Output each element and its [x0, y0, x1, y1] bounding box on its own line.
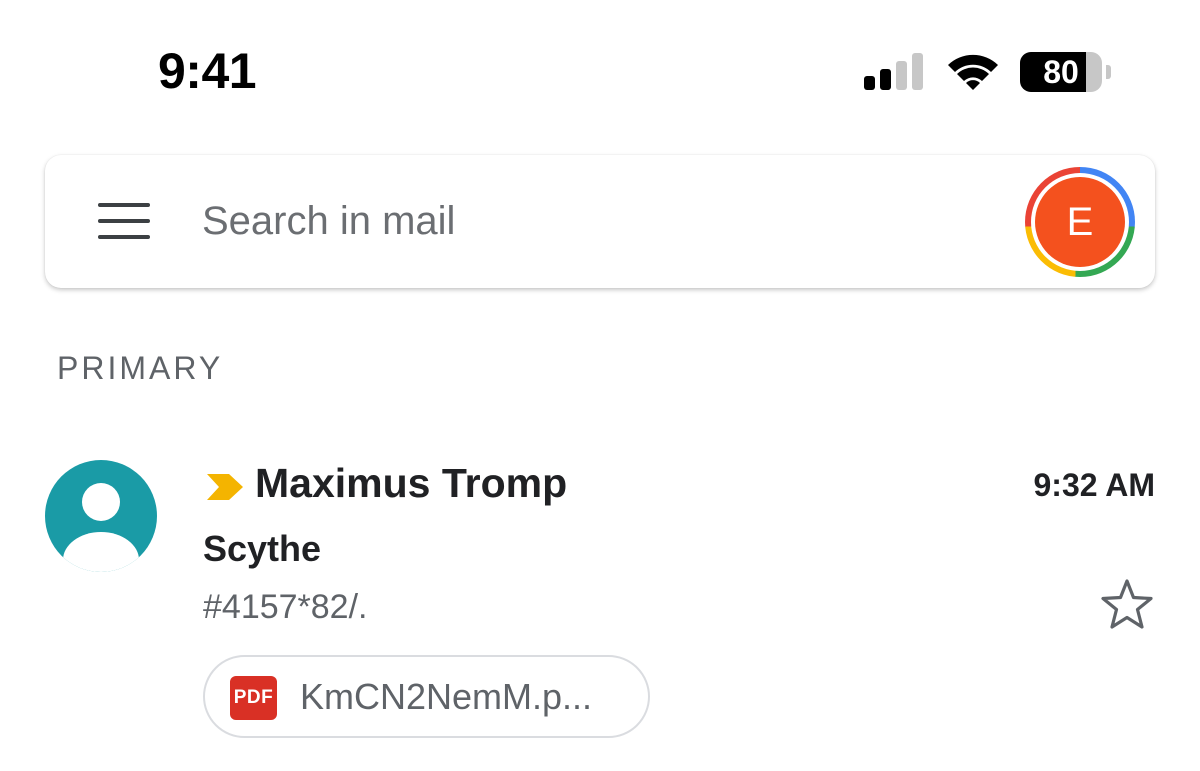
search-bar[interactable]: E — [45, 155, 1155, 288]
email-subject: Scythe — [203, 528, 322, 569]
search-input[interactable] — [202, 191, 982, 251]
status-time: 9:41 — [158, 43, 257, 99]
star-icon[interactable] — [1100, 578, 1154, 630]
attachment-name: KmCN2NemM.p... — [300, 676, 593, 717]
pdf-icon: PDF — [230, 676, 277, 720]
menu-icon[interactable] — [98, 203, 150, 239]
battery-icon: 80 — [1020, 52, 1111, 92]
email-time: 9:32 AM — [1033, 467, 1155, 503]
battery-level: 80 — [1043, 54, 1079, 90]
section-label-primary: PRIMARY — [57, 350, 224, 386]
email-list-item[interactable]: Maximus Tromp 9:32 AM Scythe #4157*82/. … — [0, 440, 1200, 760]
sender-avatar[interactable] — [45, 460, 157, 572]
account-avatar-initial: E — [1035, 177, 1125, 267]
account-avatar-button[interactable]: E — [1025, 167, 1135, 277]
wifi-icon — [948, 54, 998, 90]
importance-marker-icon — [207, 474, 243, 500]
email-snippet: #4157*82/. — [203, 588, 368, 626]
attachment-chip[interactable]: PDF KmCN2NemM.p... — [203, 655, 650, 738]
person-icon — [63, 483, 139, 572]
sender-name: Maximus Tromp — [255, 460, 568, 506]
cellular-signal-icon — [864, 53, 923, 90]
inbox-screen: 9:41 80 E PRIMARY — [0, 0, 1200, 771]
